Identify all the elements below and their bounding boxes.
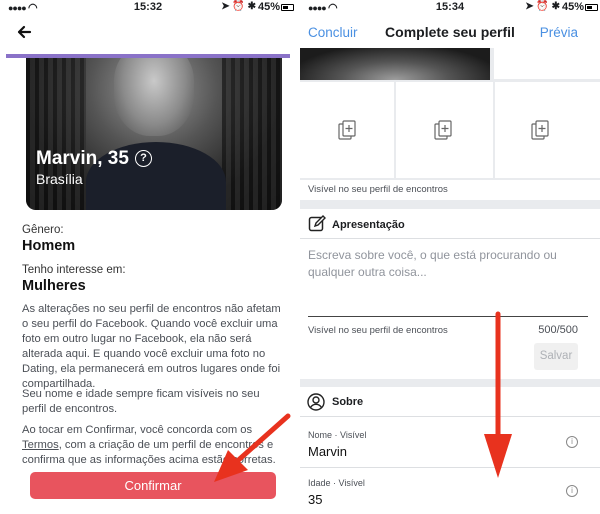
battery-icon <box>281 4 294 11</box>
back-arrow-icon[interactable] <box>16 24 32 40</box>
add-photo-icon <box>531 120 549 140</box>
section-separator <box>300 379 600 387</box>
confirm-button[interactable]: Confirmar <box>30 472 276 499</box>
terms-link[interactable]: Termos <box>22 439 59 451</box>
battery-percent: 45% <box>257 1 280 13</box>
intro-visibility-note: Visível no seu perfil de encontros <box>308 325 448 336</box>
age-value[interactable]: 35 <box>308 492 322 507</box>
photos-visibility-note: Visível no seu perfil de encontros <box>308 184 448 195</box>
add-photo-icon <box>434 120 452 140</box>
interest-value[interactable]: Mulheres <box>22 278 86 294</box>
add-photo-icon <box>338 120 356 140</box>
photo-slot[interactable] <box>300 82 394 178</box>
intro-textarea[interactable]: Escreva sobre você, o que está procurand… <box>308 247 588 281</box>
divider <box>300 416 600 417</box>
section-separator <box>300 200 600 209</box>
gender-label: Gênero: <box>22 224 64 236</box>
status-icons: ➤ ⏰ ✱ <box>525 1 560 12</box>
info-icon[interactable]: i <box>566 436 578 448</box>
left-screen: ●●●● ◠ 15:32 ➤ ⏰ ✱ 45% Marvin, 35 ? Bras… <box>0 0 296 514</box>
save-button[interactable]: Salvar <box>534 343 578 370</box>
edit-icon <box>308 215 326 232</box>
divider <box>300 238 600 239</box>
interest-label: Tenho interesse em: <box>22 264 126 276</box>
nav-bar: Concluir Complete seu perfil Prévia <box>300 16 600 48</box>
profile-city: Brasília <box>36 171 83 187</box>
terms-paragraph: Ao tocar em Confirmar, você concorda com… <box>22 424 276 466</box>
status-bar: ●●●● ◠ 15:34 ➤ ⏰ ✱ 45% <box>300 0 600 16</box>
about-section-title: Sobre <box>332 396 364 408</box>
name-label: Nome · Visível <box>308 430 367 440</box>
status-icons: ➤ ⏰ ✱ <box>221 1 256 12</box>
battery-percent: 45% <box>561 1 584 13</box>
divider <box>300 467 600 468</box>
profile-name: Marvin, 35 <box>36 148 129 169</box>
photo-slot[interactable] <box>396 82 493 178</box>
help-icon[interactable]: ? <box>135 150 152 167</box>
char-counter: 500/500 <box>538 324 578 336</box>
intro-section-title: Apresentação <box>332 219 405 231</box>
preview-button[interactable]: Prévia <box>540 25 578 40</box>
battery-icon <box>585 4 598 11</box>
photo-grid <box>300 48 600 180</box>
person-icon <box>307 393 325 411</box>
profile-photo[interactable] <box>300 48 490 80</box>
profile-photo: Marvin, 35 ? Brasília <box>26 58 282 210</box>
gender-value[interactable]: Homem <box>22 238 75 254</box>
privacy-paragraph: As alterações no seu perfil de encontros… <box>22 303 281 390</box>
photo-slot[interactable] <box>495 82 600 178</box>
right-screen: ●●●● ◠ 15:34 ➤ ⏰ ✱ 45% Concluir Complete… <box>300 0 600 514</box>
info-icon[interactable]: i <box>566 485 578 497</box>
textarea-underline <box>308 316 588 317</box>
visibility-paragraph: Seu nome e idade sempre ficam visíveis n… <box>22 388 260 415</box>
age-label: Idade · Visível <box>308 478 365 488</box>
photo-slot[interactable] <box>494 48 600 79</box>
status-bar: ●●●● ◠ 15:32 ➤ ⏰ ✱ 45% <box>0 0 296 16</box>
name-value[interactable]: Marvin <box>308 444 347 459</box>
